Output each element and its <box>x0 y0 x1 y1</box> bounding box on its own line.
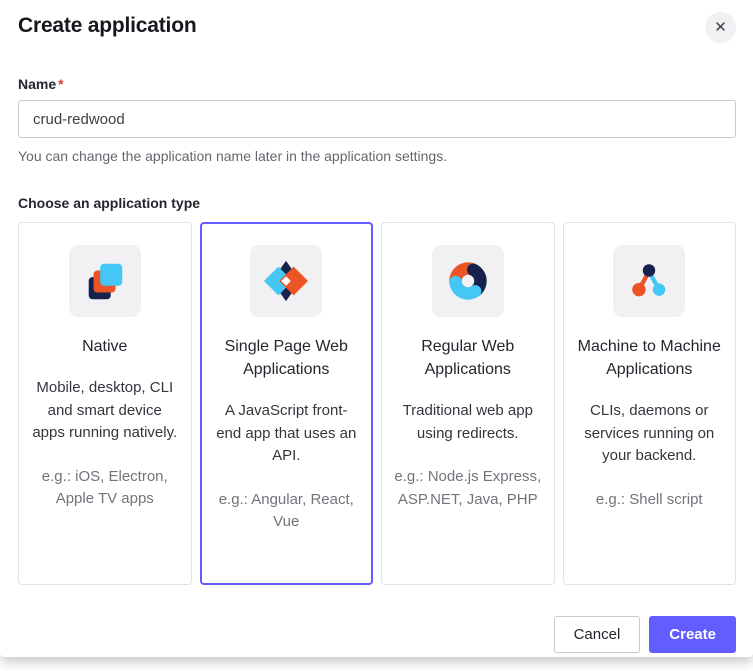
create-application-dialog: Create application ✕ Name* You can chang… <box>0 0 753 657</box>
card-title: Native <box>31 335 179 358</box>
close-icon: ✕ <box>714 20 727 35</box>
m2m-network-nodes-icon <box>613 245 685 317</box>
card-description: Mobile, desktop, CLI and smart device ap… <box>31 377 179 445</box>
name-input[interactable] <box>18 100 736 138</box>
app-type-card-native[interactable]: Native Mobile, desktop, CLI and smart de… <box>18 222 192 585</box>
name-label-text: Name <box>18 76 56 92</box>
required-asterisk: * <box>58 76 63 92</box>
app-type-card-regular-web[interactable]: Regular Web Applications Traditional web… <box>381 222 555 585</box>
cancel-button[interactable]: Cancel <box>554 616 641 653</box>
card-examples: e.g.: iOS, Electron, Apple TV apps <box>31 466 179 511</box>
spa-diamonds-icon <box>250 245 322 317</box>
card-description: CLIs, daemons or services running on you… <box>576 400 724 468</box>
regular-web-donut-icon <box>432 245 504 317</box>
card-title: Single Page Web Applications <box>213 335 361 381</box>
card-examples: e.g.: Angular, React, Vue <box>213 489 361 534</box>
native-stacked-squares-icon <box>69 245 141 317</box>
card-examples: e.g.: Shell script <box>576 489 724 512</box>
card-title: Regular Web Applications <box>394 335 542 381</box>
create-button[interactable]: Create <box>649 616 736 653</box>
app-type-card-spa[interactable]: Single Page Web Applications A JavaScrip… <box>200 222 374 585</box>
dialog-footer: Cancel Create <box>18 616 736 653</box>
card-title: Machine to Machine Applications <box>576 335 724 381</box>
dialog-header: Create application ✕ <box>18 14 736 43</box>
card-examples: e.g.: Node.js Express, ASP.NET, Java, PH… <box>394 466 542 511</box>
app-type-card-grid: Native Mobile, desktop, CLI and smart de… <box>18 222 736 585</box>
close-button[interactable]: ✕ <box>705 12 736 43</box>
card-description: A JavaScript front-end app that uses an … <box>213 400 361 468</box>
page-title: Create application <box>18 14 196 38</box>
name-label: Name* <box>18 76 736 92</box>
name-helper-text: You can change the application name late… <box>18 148 736 164</box>
card-description: Traditional web app using redirects. <box>394 400 542 445</box>
app-type-card-m2m[interactable]: Machine to Machine Applications CLIs, da… <box>563 222 737 585</box>
choose-type-label: Choose an application type <box>18 195 736 211</box>
